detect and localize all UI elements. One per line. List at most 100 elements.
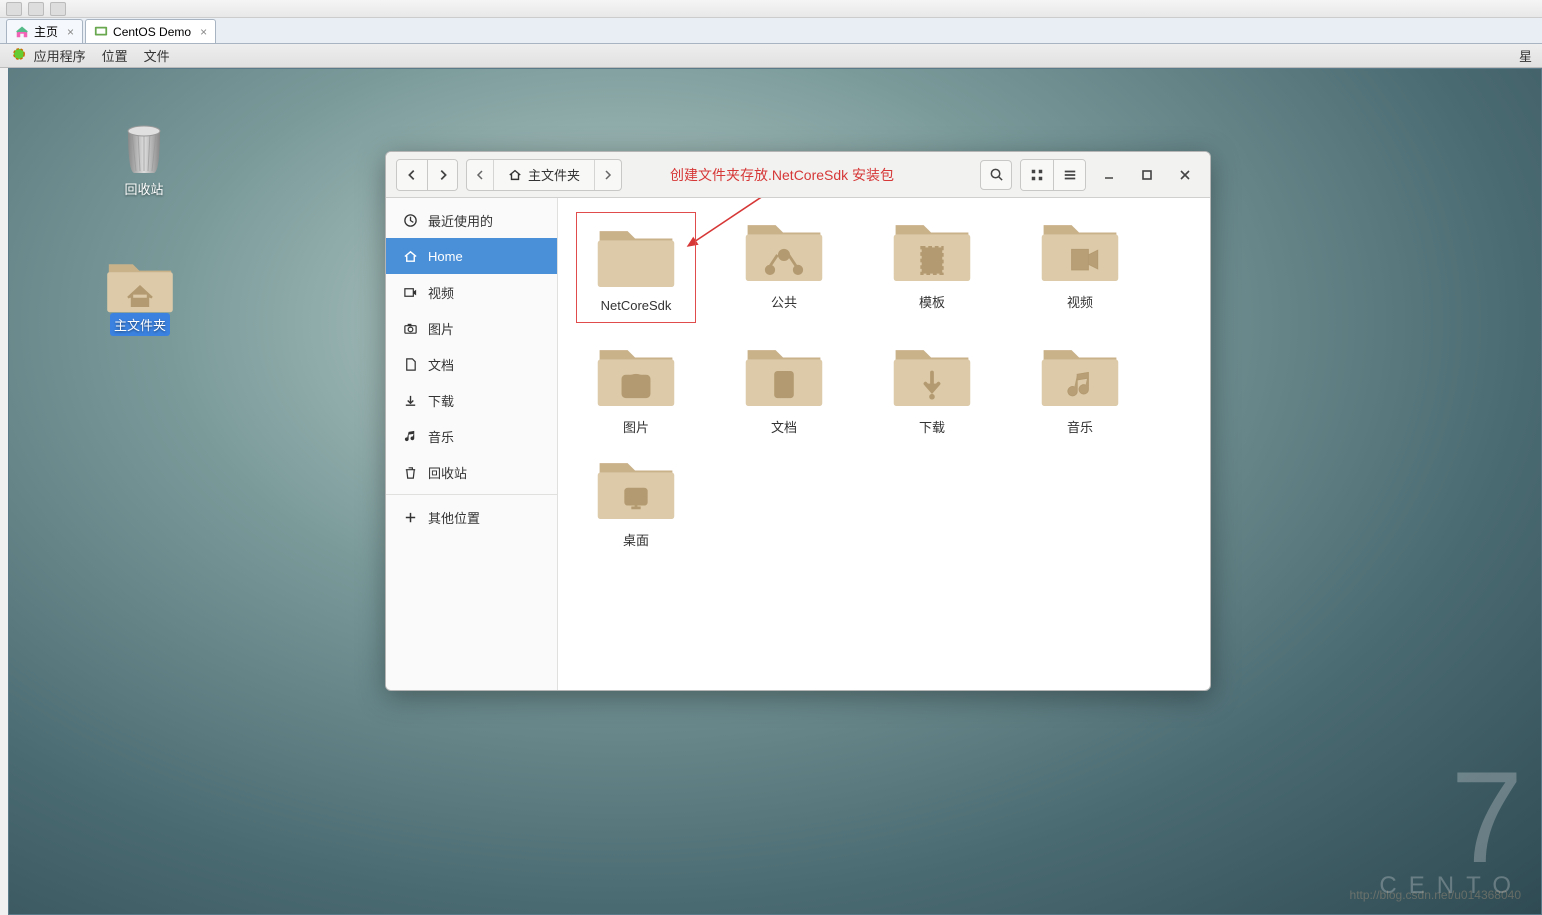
music-icon: [402, 428, 418, 444]
folder-icon: [890, 212, 974, 284]
sidebar-item-label: Home: [428, 249, 463, 264]
menu-button[interactable]: [1053, 160, 1085, 190]
folder-label: 视频: [1020, 292, 1140, 311]
tb-btn[interactable]: [50, 2, 66, 16]
sidebar-item-clock[interactable]: 最近使用的: [386, 202, 557, 238]
folder-icon: [594, 450, 678, 522]
folder-label: 图片: [576, 417, 696, 436]
path-label: 主文件夹: [528, 165, 580, 184]
vm-menubar: 应用程序 位置 文件 星: [0, 44, 1542, 68]
folder-item[interactable]: 公共: [724, 212, 844, 323]
folder-item[interactable]: 下载: [872, 337, 992, 436]
search-button[interactable]: [980, 160, 1012, 190]
sidebar-item-camera[interactable]: 图片: [386, 310, 557, 346]
folder-label: 文档: [724, 417, 844, 436]
clock-partial: 星: [1519, 46, 1532, 65]
tab-label: CentOS Demo: [113, 25, 191, 39]
sidebar-item-label: 最近使用的: [428, 211, 493, 230]
video-icon: [402, 284, 418, 300]
desktop-icon-trash[interactable]: 回收站: [99, 121, 189, 200]
menu-file[interactable]: 文件: [144, 46, 170, 65]
vm-icon: [94, 25, 108, 39]
forward-button[interactable]: [427, 160, 457, 190]
window-header: 主文件夹 创建文件夹存放.NetCoreSdk 安装包: [386, 152, 1210, 198]
folder-label: 下载: [872, 417, 992, 436]
nautilus-window: 主文件夹 创建文件夹存放.NetCoreSdk 安装包: [385, 151, 1211, 691]
top-toolbar: [0, 0, 1542, 18]
watermark-url: http://blog.csdn.net/u014368040: [1350, 888, 1521, 902]
sidebar-item-label: 其他位置: [428, 508, 480, 527]
desktop[interactable]: 回收站 主文件夹 7 CENTO http://blog.csdn.net/u0…: [8, 68, 1542, 915]
tb-btn[interactable]: [6, 2, 22, 16]
sidebar-item-doc[interactable]: 文档: [386, 346, 557, 382]
folder-icon: [742, 337, 826, 409]
menu-places[interactable]: 位置: [102, 46, 128, 65]
folder-item[interactable]: 图片: [576, 337, 696, 436]
apps-icon: [12, 47, 26, 61]
sidebar-item-label: 下载: [428, 391, 454, 410]
tb-btn[interactable]: [28, 2, 44, 16]
sidebar-item-home[interactable]: Home: [386, 238, 557, 274]
folder-icon: [594, 218, 678, 290]
nav-group: [396, 159, 458, 191]
annotation-text: 创建文件夹存放.NetCoreSdk 安装包: [670, 165, 894, 185]
home-icon: [402, 248, 418, 264]
path-bar: 主文件夹: [466, 159, 622, 191]
close-button[interactable]: [1170, 160, 1200, 190]
folder-item[interactable]: 视频: [1020, 212, 1140, 323]
folder-icon: [1038, 212, 1122, 284]
content-grid[interactable]: NetCoreSdk 公共 模板 视频图片 文档 下载 音乐桌面: [558, 198, 1210, 690]
folder-icon: [1038, 337, 1122, 409]
folder-item[interactable]: 音乐: [1020, 337, 1140, 436]
folder-label: 公共: [724, 292, 844, 311]
sidebar-item-label: 回收站: [428, 463, 467, 482]
doc-icon: [402, 356, 418, 372]
sidebar-item-label: 文档: [428, 355, 454, 374]
menu-apps[interactable]: 应用程序: [12, 46, 86, 65]
folder-label: 模板: [872, 292, 992, 311]
home-icon: [15, 25, 29, 39]
close-icon[interactable]: ×: [67, 25, 74, 39]
download-icon: [402, 392, 418, 408]
trash-icon: [402, 464, 418, 480]
folder-label: 音乐: [1020, 417, 1140, 436]
sidebar-item-label: 音乐: [428, 427, 454, 446]
folder-item[interactable]: NetCoreSdk: [576, 212, 696, 323]
icon-label: 回收站: [120, 177, 167, 200]
tab-centos-demo[interactable]: CentOS Demo ×: [85, 19, 216, 43]
tab-label: 主页: [34, 23, 58, 40]
sidebar: 最近使用的 Home 视频图片文档下载音乐回收站其他位置: [386, 198, 558, 690]
folder-icon: [594, 337, 678, 409]
maximize-button[interactable]: [1132, 160, 1162, 190]
path-segment-home[interactable]: 主文件夹: [493, 160, 595, 190]
path-next-button[interactable]: [595, 160, 621, 190]
clock-icon: [402, 212, 418, 228]
sidebar-item-video[interactable]: 视频: [386, 274, 557, 310]
back-button[interactable]: [397, 160, 427, 190]
sidebar-item-label: 视频: [428, 283, 454, 302]
sidebar-item-download[interactable]: 下载: [386, 382, 557, 418]
sidebar-item-plus[interactable]: 其他位置: [386, 499, 557, 535]
sidebar-item-music[interactable]: 音乐: [386, 418, 557, 454]
folder-icon: [742, 212, 826, 284]
folder-label: NetCoreSdk: [576, 298, 696, 313]
sidebar-item-trash[interactable]: 回收站: [386, 454, 557, 490]
plus-icon: [402, 509, 418, 525]
icon-label: 主文件夹: [110, 313, 170, 336]
browser-tab-strip: 主页 × CentOS Demo ×: [0, 18, 1542, 44]
path-prev-button[interactable]: [467, 160, 493, 190]
trash-icon: [120, 121, 168, 177]
desktop-icon-home[interactable]: 主文件夹: [95, 253, 185, 336]
view-grid-button[interactable]: [1021, 160, 1053, 190]
tab-home[interactable]: 主页 ×: [6, 19, 83, 43]
sidebar-separator: [386, 494, 557, 495]
minimize-button[interactable]: [1094, 160, 1124, 190]
folder-item[interactable]: 桌面: [576, 450, 696, 549]
close-icon[interactable]: ×: [200, 25, 207, 39]
folder-label: 桌面: [576, 530, 696, 549]
folder-item[interactable]: 模板: [872, 212, 992, 323]
home-folder-icon: [104, 253, 176, 313]
folder-item[interactable]: 文档: [724, 337, 844, 436]
folder-icon: [890, 337, 974, 409]
sidebar-item-label: 图片: [428, 319, 454, 338]
